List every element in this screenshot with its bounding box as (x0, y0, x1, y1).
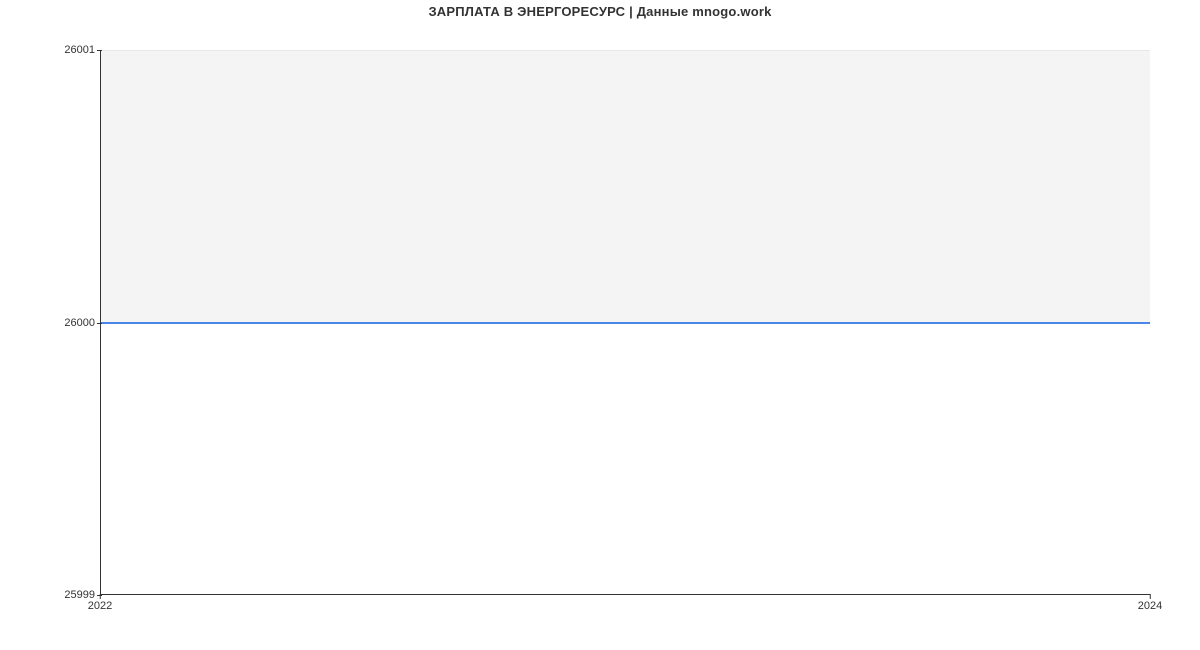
plot-inner (101, 50, 1150, 594)
y-tick-label: 26000 (45, 317, 95, 329)
chart-container: ЗАРПЛАТА В ЭНЕРГОРЕСУРС | Данные mnogo.w… (0, 0, 1200, 650)
x-tick-label: 2024 (1138, 600, 1162, 612)
grid-line (101, 50, 1150, 51)
series-fill (101, 50, 1150, 323)
y-tick-label: 26001 (45, 44, 95, 56)
chart-title: ЗАРПЛАТА В ЭНЕРГОРЕСУРС | Данные mnogo.w… (0, 4, 1200, 19)
x-tick-label: 2022 (88, 600, 112, 612)
plot-area (100, 50, 1150, 595)
series-line (101, 322, 1150, 324)
